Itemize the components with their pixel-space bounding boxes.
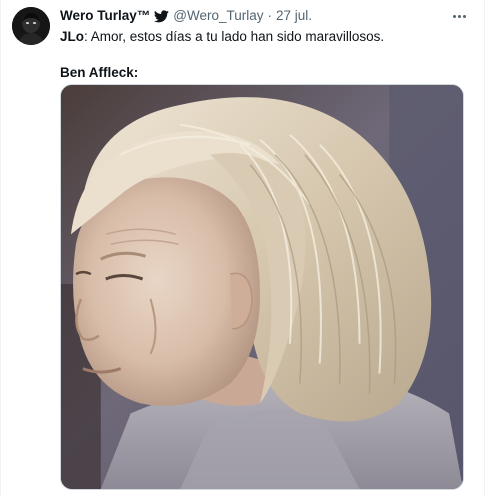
tweet-date[interactable]: 27 jul.: [276, 6, 312, 26]
tweet-card[interactable]: Wero Turlay™ @Wero_Turlay · 27 jul. JLo:…: [0, 0, 485, 496]
speaker-quote: : Amor, estos días a tu lado han sido ma…: [84, 29, 385, 44]
more-options-icon[interactable]: [448, 6, 470, 26]
avatar[interactable]: [12, 7, 50, 45]
meme-photo: [61, 85, 463, 489]
speaker-name: JLo: [60, 29, 85, 44]
twitter-bird-icon: [154, 9, 170, 22]
tweet-text-line-1: JLo: Amor, estos días a tu lado han sido…: [60, 28, 472, 46]
tweet-media-image[interactable]: [60, 84, 464, 490]
separator-dot: ·: [267, 8, 273, 23]
tweet-content: Wero Turlay™ @Wero_Turlay · 27 jul. JLo:…: [60, 6, 472, 82]
display-name[interactable]: Wero Turlay™: [60, 6, 150, 26]
tweet-text-line-2: Ben Affleck:: [60, 65, 139, 80]
tweet-header: Wero Turlay™ @Wero_Turlay · 27 jul.: [60, 6, 472, 26]
user-handle[interactable]: @Wero_Turlay: [173, 6, 263, 26]
avatar-image: [12, 7, 50, 45]
